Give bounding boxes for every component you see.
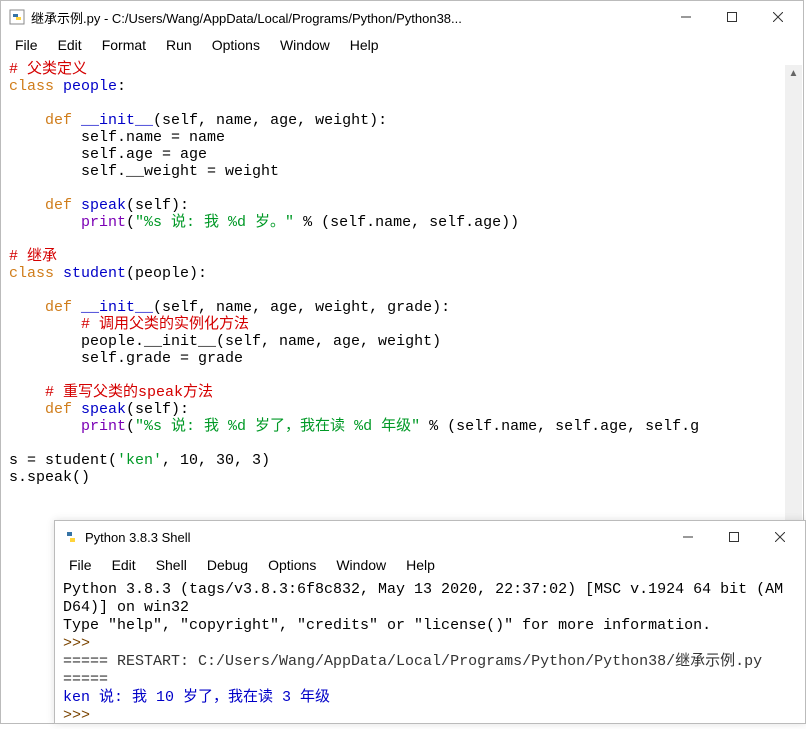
- code-comment: # 父类定义: [9, 61, 87, 78]
- code-text: s = student(: [9, 452, 117, 469]
- code-keyword: class: [9, 78, 54, 95]
- code-text: self.name = name: [9, 129, 225, 146]
- python-file-icon: [9, 9, 25, 25]
- code-text: self.__weight = weight: [9, 163, 279, 180]
- maximize-button[interactable]: [711, 521, 757, 553]
- close-button[interactable]: [757, 521, 803, 553]
- code-funcname: speak: [72, 197, 126, 214]
- menu-edit[interactable]: Edit: [50, 35, 90, 55]
- code-text: self.age = age: [9, 146, 207, 163]
- minimize-button[interactable]: [663, 1, 709, 33]
- code-comment: # 调用父类的实例化方法: [9, 316, 249, 333]
- editor-titlebar[interactable]: 继承示例.py - C:/Users/Wang/AppData/Local/Pr…: [1, 1, 803, 33]
- maximize-button[interactable]: [709, 1, 755, 33]
- shell-output: ken 说: 我 10 岁了，我在读 3 年级: [63, 689, 330, 706]
- menu-file[interactable]: File: [61, 555, 100, 575]
- code-text: (self, name, age, weight, grade):: [153, 299, 450, 316]
- code-builtin: print: [81, 214, 126, 231]
- menu-help[interactable]: Help: [398, 555, 443, 575]
- shell-output-area[interactable]: Python 3.8.3 (tags/v3.8.3:6f8c832, May 1…: [55, 577, 805, 729]
- code-text: (: [126, 418, 135, 435]
- code-text: % (self.name, self.age)): [294, 214, 519, 231]
- shell-restart: ===== RESTART: C:/Users/Wang/AppData/Loc…: [63, 653, 762, 670]
- code-builtin: print: [81, 418, 126, 435]
- code-keyword: class: [9, 265, 54, 282]
- code-funcname: __init__: [72, 299, 153, 316]
- code-string: "%s 说: 我 %d 岁了，我在读 %d 年级": [135, 418, 420, 435]
- code-text: [9, 112, 45, 129]
- menu-options[interactable]: Options: [204, 35, 268, 55]
- menu-window[interactable]: Window: [328, 555, 394, 575]
- shell-menubar: File Edit Shell Debug Options Window Hel…: [55, 553, 805, 577]
- code-text: [9, 214, 81, 231]
- code-text: (self):: [126, 401, 189, 418]
- code-string: "%s 说: 我 %d 岁。": [135, 214, 294, 231]
- menu-format[interactable]: Format: [94, 35, 154, 55]
- minimize-button[interactable]: [665, 521, 711, 553]
- code-text: [9, 418, 81, 435]
- editor-menubar: File Edit Format Run Options Window Help: [1, 33, 803, 57]
- menu-window[interactable]: Window: [272, 35, 338, 55]
- shell-banner: Type "help", "copyright", "credits" or "…: [63, 617, 711, 634]
- code-comment: # 重写父类的speak方法: [9, 384, 213, 401]
- menu-edit[interactable]: Edit: [104, 555, 144, 575]
- editor-code-area[interactable]: # 父类定义 class people: def __init__(self, …: [1, 57, 803, 490]
- code-text: , 10, 30, 3): [162, 452, 270, 469]
- menu-help[interactable]: Help: [342, 35, 387, 55]
- code-keyword: def: [45, 299, 72, 316]
- editor-title: 继承示例.py - C:/Users/Wang/AppData/Local/Pr…: [31, 8, 663, 27]
- shell-banner: Python 3.8.3 (tags/v3.8.3:6f8c832, May 1…: [63, 581, 783, 598]
- code-text: self.grade = grade: [9, 350, 243, 367]
- menu-options[interactable]: Options: [260, 555, 324, 575]
- code-text: s.speak(): [9, 469, 90, 486]
- code-text: :: [117, 78, 126, 95]
- menu-shell[interactable]: Shell: [148, 555, 195, 575]
- code-text: [9, 401, 45, 418]
- menu-debug[interactable]: Debug: [199, 555, 256, 575]
- code-text: [9, 299, 45, 316]
- code-text: (people):: [126, 265, 207, 282]
- scroll-up-icon[interactable]: ▲: [785, 65, 802, 82]
- code-text: % (self.name, self.age, self.g: [420, 418, 699, 435]
- code-text: [9, 197, 45, 214]
- shell-restart: =====: [63, 671, 108, 688]
- menu-file[interactable]: File: [7, 35, 46, 55]
- code-text: people.__init__(self, name, age, weight): [9, 333, 441, 350]
- code-text: (: [126, 214, 135, 231]
- code-comment: # 继承: [9, 248, 57, 265]
- shell-banner: D64)] on win32: [63, 599, 189, 616]
- close-button[interactable]: [755, 1, 801, 33]
- shell-titlebar[interactable]: Python 3.8.3 Shell: [55, 521, 805, 553]
- shell-prompt: >>>: [63, 635, 90, 652]
- code-keyword: def: [45, 112, 72, 129]
- code-classname: people: [54, 78, 117, 95]
- shell-window: Python 3.8.3 Shell File Edit Shell Debug…: [54, 520, 806, 724]
- menu-run[interactable]: Run: [158, 35, 200, 55]
- code-classname: student: [54, 265, 126, 282]
- shell-title: Python 3.8.3 Shell: [85, 530, 665, 545]
- code-funcname: speak: [72, 401, 126, 418]
- code-text: (self):: [126, 197, 189, 214]
- shell-prompt: >>>: [63, 707, 90, 724]
- code-funcname: __init__: [72, 112, 153, 129]
- code-string: 'ken': [117, 452, 162, 469]
- code-keyword: def: [45, 401, 72, 418]
- code-keyword: def: [45, 197, 72, 214]
- code-text: (self, name, age, weight):: [153, 112, 387, 129]
- python-shell-icon: [63, 529, 79, 545]
